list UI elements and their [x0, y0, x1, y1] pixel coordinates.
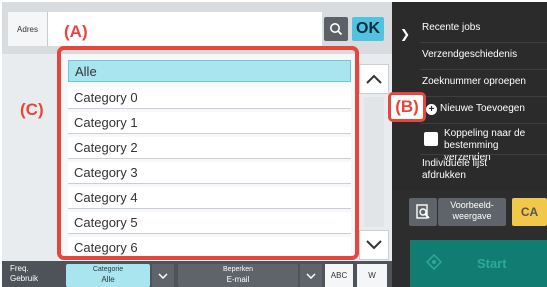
callout-a: (A) [64, 22, 88, 41]
category-dropdown-button[interactable] [152, 264, 174, 287]
menu-divider [420, 42, 547, 43]
menu-divider [420, 154, 547, 155]
callout-b: (B) [388, 92, 426, 122]
start-icon [426, 254, 442, 270]
search-icon [330, 23, 343, 36]
w-button[interactable]: W [357, 264, 387, 287]
address-book-panel: Adres OK (A) Alle Category 0 Category 1 … [2, 2, 392, 287]
start-label: Start [477, 256, 507, 271]
plus-icon: + [426, 104, 437, 115]
preview-icon [416, 204, 430, 219]
menu-link-send-line1: Koppeling naar de [444, 128, 526, 139]
category-list-highlight [57, 46, 359, 260]
screen: Adres OK (A) Alle Category 0 Category 1 … [2, 2, 547, 287]
chevron-right-icon[interactable]: ❯ [400, 27, 410, 41]
frequent-use-button[interactable]: Freq. Gebruik [2, 261, 62, 287]
preview-label-2: weergave [452, 211, 492, 221]
link-send-checkbox[interactable] [424, 132, 438, 146]
chevron-down-icon [158, 272, 168, 279]
menu-divider [420, 69, 547, 70]
menu-divider [420, 123, 547, 124]
scroll-up-button[interactable] [359, 64, 389, 94]
preview-label-1: Voorbeeld- [450, 200, 494, 210]
callout-c: (C) [20, 100, 44, 119]
restrict-dropdown-button[interactable] [300, 264, 322, 287]
ca-button[interactable]: CA [512, 198, 547, 226]
scrollbar-track[interactable] [364, 97, 384, 227]
start-button[interactable]: Start [410, 240, 547, 287]
category-filter-value: Alle [101, 275, 115, 284]
restrict-filter-value: E-mail [226, 275, 250, 284]
scroll-down-button[interactable] [359, 230, 389, 260]
restrict-filter-label: Beperken [223, 266, 253, 273]
menu-send-history[interactable]: Verzendgeschiedenis [422, 49, 517, 61]
address-input[interactable] [48, 12, 322, 46]
abc-sort-button[interactable]: ABC [325, 264, 353, 287]
preview-button[interactable]: Voorbeeld- weergave [438, 198, 506, 226]
menu-print-list-line2: afdrukken [422, 170, 466, 181]
action-panel: ❯ Recente jobs Verzendgeschiedenis Zoekn… [392, 2, 547, 287]
menu-search-number[interactable]: Zoeknummer oproepen [422, 76, 526, 88]
ok-button[interactable]: OK [352, 17, 384, 41]
category-filter-button[interactable]: Categorie Alle [66, 264, 150, 287]
preview-row: Voorbeeld- weergave CA [392, 198, 547, 232]
menu-print-list-line1: Individuele lijst [422, 158, 488, 169]
preview-icon-button[interactable] [409, 198, 437, 226]
menu-divider [420, 96, 547, 97]
menu-add-new-label: Nieuwe Toevoegen [440, 103, 525, 114]
search-button[interactable] [324, 17, 348, 41]
address-label: Adres [8, 12, 48, 46]
chevron-down-icon [306, 272, 316, 279]
chevron-up-icon [366, 74, 382, 84]
menu-recent-jobs[interactable]: Recente jobs [422, 22, 480, 34]
category-filter-label: Categorie [92, 266, 124, 273]
frequent-use-label-2: Gebruik [10, 274, 39, 283]
restrict-filter-button[interactable]: Beperken E-mail [178, 264, 298, 287]
frequent-use-label-1: Freq. [10, 264, 29, 273]
menu-print-list[interactable]: Individuele lijst afdrukken [422, 158, 487, 182]
chevron-down-icon [366, 240, 382, 250]
menu-add-new[interactable]: + Nieuwe Toevoegen [426, 103, 525, 115]
